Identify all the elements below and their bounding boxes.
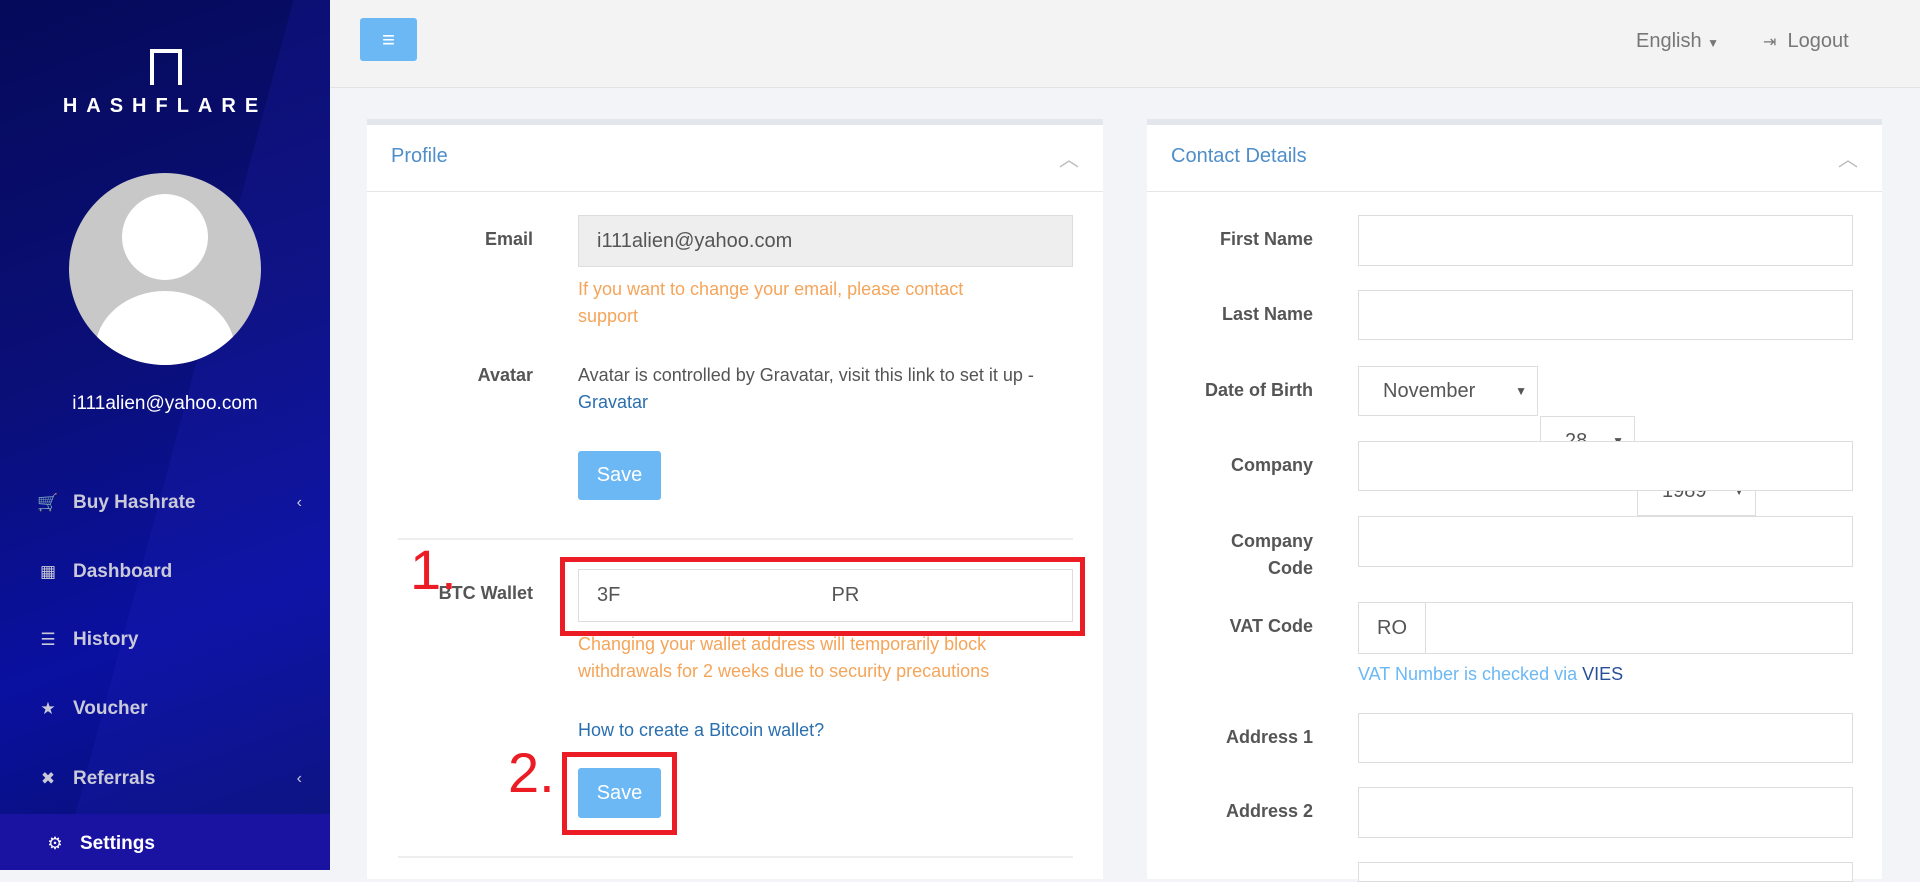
last-name-input[interactable] bbox=[1358, 290, 1853, 340]
cart-icon: 🛒 bbox=[37, 493, 59, 512]
sidebar: HASHFLARE i111alien@yahoo.com 🛒 Buy Hashr… bbox=[0, 0, 330, 870]
address1-input[interactable] bbox=[1358, 713, 1853, 763]
chevron-up-icon[interactable]: ︿ bbox=[1059, 143, 1079, 172]
star-icon: ★ bbox=[40, 699, 56, 718]
logo-icon bbox=[150, 49, 182, 85]
save-profile-button[interactable]: Save bbox=[578, 451, 661, 500]
address2-input[interactable] bbox=[1358, 787, 1853, 838]
caret-down-icon: ▼ bbox=[1707, 36, 1720, 50]
language-label: English bbox=[1636, 30, 1702, 52]
sidebar-item-label: Referrals bbox=[73, 768, 156, 789]
company-code-label: Company Code bbox=[1230, 531, 1313, 578]
sidebar-item-label: Buy Hashrate bbox=[73, 492, 196, 513]
address1-label: Address 1 bbox=[1225, 727, 1313, 747]
hamburger-icon: ≡ bbox=[382, 27, 395, 52]
panel-title: Profile bbox=[391, 145, 448, 167]
avatar bbox=[69, 173, 261, 365]
vat-prefix: RO bbox=[1358, 602, 1426, 654]
sidebar-item-voucher[interactable]: ★ Voucher bbox=[0, 681, 330, 737]
logout-label: Logout bbox=[1787, 30, 1849, 52]
company-input[interactable] bbox=[1358, 441, 1853, 491]
email-help: If you want to change your email, please… bbox=[578, 279, 964, 326]
annotation-step-1: 1. bbox=[410, 538, 457, 601]
brand-logo: HASHFLARE bbox=[62, 95, 268, 117]
chevron-up-icon[interactable]: ︿ bbox=[1838, 143, 1858, 172]
dob-month-value: November bbox=[1383, 379, 1476, 402]
address2-label: Address 2 bbox=[1225, 801, 1313, 821]
sidebar-item-label: Settings bbox=[80, 833, 155, 854]
divider bbox=[398, 538, 1073, 540]
dob-label: Date of Birth bbox=[1205, 380, 1313, 400]
sidebar-item-referrals[interactable]: ✖ Referrals ‹ bbox=[0, 751, 330, 807]
logout-icon: ⇥ bbox=[1763, 34, 1777, 51]
gravatar-link[interactable]: Gravatar bbox=[578, 392, 648, 412]
sidebar-item-label: History bbox=[73, 629, 139, 650]
email-field[interactable]: i111alien@yahoo.com bbox=[578, 215, 1073, 267]
menu-toggle-button[interactable]: ≡ bbox=[360, 18, 417, 61]
divider bbox=[398, 856, 1073, 858]
chevron-left-icon: ‹ bbox=[296, 770, 302, 787]
next-input[interactable] bbox=[1358, 862, 1853, 882]
avatar-text: Avatar is controlled by Gravatar, visit … bbox=[578, 365, 1034, 412]
chevron-left-icon: ‹ bbox=[296, 494, 302, 511]
first-name-input[interactable] bbox=[1358, 215, 1853, 266]
annotation-box-wallet bbox=[560, 557, 1085, 636]
grid-icon: ▦ bbox=[39, 562, 57, 581]
vat-note: VAT Number is checked via VIES bbox=[1358, 664, 1624, 684]
sidebar-item-history[interactable]: ☰ History bbox=[0, 612, 330, 668]
panel-title: Contact Details bbox=[1171, 145, 1307, 167]
list-icon: ☰ bbox=[40, 630, 56, 649]
sidebar-user-email: i111alien@yahoo.com bbox=[72, 393, 258, 414]
dob-month-select[interactable]: November ▼ bbox=[1358, 366, 1538, 416]
how-to-create-wallet-link[interactable]: How to create a Bitcoin wallet? bbox=[578, 720, 824, 741]
sidebar-item-label: Voucher bbox=[73, 698, 148, 719]
sidebar-item-label: Dashboard bbox=[73, 561, 173, 582]
last-name-label: Last Name bbox=[1221, 304, 1313, 324]
vies-link[interactable]: VIES bbox=[1582, 664, 1623, 684]
company-code-input[interactable] bbox=[1358, 516, 1853, 567]
first-name-label: First Name bbox=[1219, 229, 1313, 249]
sidebar-item-dashboard[interactable]: ▦ Dashboard bbox=[0, 544, 330, 600]
email-label: Email bbox=[484, 229, 533, 249]
company-label: Company bbox=[1230, 455, 1313, 475]
logout-button[interactable]: ⇥ Logout bbox=[1763, 30, 1849, 53]
language-dropdown[interactable]: English ▼ bbox=[1636, 30, 1719, 53]
avatar-label: Avatar bbox=[477, 365, 533, 385]
sidebar-item-settings[interactable]: ⚙ Settings bbox=[0, 814, 330, 870]
vat-code-label: VAT Code bbox=[1229, 616, 1313, 636]
btc-wallet-help: Changing your wallet address will tempor… bbox=[578, 634, 990, 681]
sidebar-item-buy-hashrate[interactable]: 🛒 Buy Hashrate ‹ bbox=[0, 475, 330, 531]
network-icon: ✖ bbox=[40, 769, 56, 788]
caret-down-icon: ▼ bbox=[1515, 384, 1527, 398]
annotation-step-2: 2. bbox=[508, 741, 555, 804]
vat-code-input[interactable] bbox=[1425, 602, 1853, 654]
annotation-box-save bbox=[562, 752, 677, 835]
gears-icon: ⚙ bbox=[47, 834, 63, 853]
